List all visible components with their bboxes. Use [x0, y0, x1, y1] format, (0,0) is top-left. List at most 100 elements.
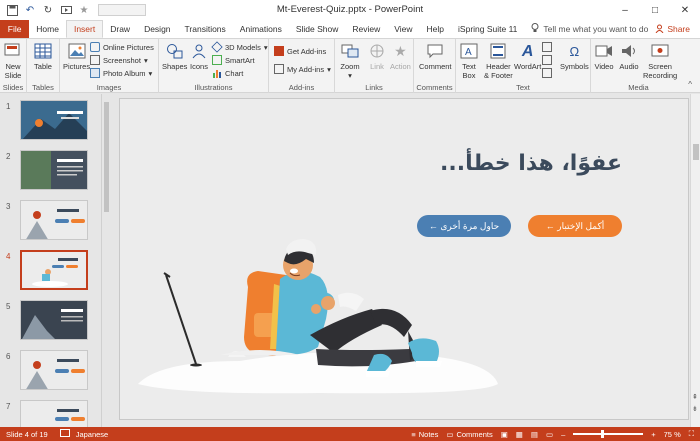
3d-models-button[interactable]: 3D Models ▾ — [211, 41, 268, 53]
prev-slide-icon[interactable]: ⇞ — [692, 393, 698, 401]
hiker-illustration[interactable] — [120, 99, 689, 420]
text-extra-button-3[interactable] — [542, 68, 552, 78]
tell-me-text: Tell me what you want to do — [543, 24, 649, 34]
date-time-icon — [542, 55, 552, 65]
thumbnail-slide-6[interactable]: 6 — [6, 350, 100, 394]
tab-file[interactable]: File — [0, 20, 30, 38]
header-footer-button[interactable]: Header & Footer — [484, 42, 513, 80]
thumbnail-slide-5[interactable]: 5 — [6, 300, 100, 344]
tab-transitions[interactable]: Transitions — [178, 20, 233, 38]
new-slide-button[interactable]: New Slide — [3, 42, 23, 80]
language-indicator[interactable]: Japanese — [76, 430, 109, 439]
next-slide-icon[interactable]: ⇟ — [692, 405, 698, 413]
close-button[interactable]: ✕ — [670, 0, 700, 20]
comment-button[interactable]: Comment — [419, 42, 452, 71]
text-extra-button-1[interactable] — [542, 42, 552, 52]
thumbnails-scrollbar-thumb[interactable] — [104, 102, 109, 212]
chart-button[interactable]: Chart — [212, 68, 243, 78]
tab-slide-show[interactable]: Slide Show — [289, 20, 346, 38]
tab-view[interactable]: View — [387, 20, 419, 38]
font-name-dropdown[interactable] — [98, 4, 146, 16]
thumbnail-preview — [20, 200, 88, 240]
zoom-out-icon[interactable]: – — [561, 430, 565, 439]
thumbnail-slide-4[interactable]: 4 — [6, 250, 100, 294]
link-button[interactable]: Link — [367, 42, 387, 71]
thumbnail-slide-3[interactable]: 3 — [6, 200, 100, 244]
photo-album-icon — [90, 68, 100, 78]
minimize-button[interactable]: – — [610, 0, 640, 20]
screen-recording-button[interactable]: Screen Recording — [643, 42, 677, 80]
thumbnails-scrollbar[interactable] — [101, 94, 110, 427]
text-extra-button-2[interactable] — [542, 55, 552, 65]
online-pictures-button[interactable]: Online Pictures — [90, 42, 154, 52]
tab-review[interactable]: Review — [345, 20, 387, 38]
group-illustrations: Shapes Icons 3D Models ▾ SmartArt Chart I… — [159, 39, 269, 93]
fit-slide-icon[interactable]: ⛶ — [689, 429, 694, 439]
screenshot-button[interactable]: Screenshot ▾ — [90, 55, 148, 65]
slide-sorter-icon[interactable]: ▦ — [516, 430, 523, 439]
tab-animations[interactable]: Animations — [233, 20, 289, 38]
thumbnail-slide-7[interactable]: 7 — [6, 400, 100, 427]
shapes-button[interactable]: Shapes — [162, 42, 187, 71]
audio-button[interactable]: Audio — [619, 42, 639, 71]
tab-design[interactable]: Design — [137, 20, 177, 38]
icons-icon — [189, 42, 209, 60]
collapse-ribbon-icon[interactable]: ^ — [688, 80, 692, 89]
group-slides: New Slide Slides — [0, 39, 27, 93]
notes-icon: ≡ — [411, 429, 416, 439]
chart-icon — [212, 68, 222, 78]
star-icon[interactable]: ★ — [78, 4, 90, 16]
start-from-beginning-icon[interactable] — [60, 4, 72, 16]
lightbulb-icon — [531, 23, 539, 35]
tab-insert[interactable]: Insert — [65, 20, 104, 38]
wordart-button[interactable]: A WordArt — [514, 42, 541, 71]
spelling-icon[interactable] — [59, 429, 70, 439]
maximize-button[interactable]: □ — [640, 0, 670, 20]
text-box-button[interactable]: A Text Box — [459, 42, 479, 80]
redo-icon[interactable]: ↻ — [42, 4, 54, 16]
reading-view-icon[interactable]: ▤ — [531, 430, 538, 439]
smartart-button[interactable]: SmartArt — [212, 55, 255, 65]
tell-me-box[interactable]: Tell me what you want to do — [524, 20, 655, 38]
zoom-button[interactable]: Zoom ▾ — [340, 42, 360, 80]
zoom-in-icon[interactable]: + — [651, 430, 655, 439]
slide-scrollbar-thumb[interactable] — [693, 144, 699, 160]
new-slide-icon — [3, 42, 23, 60]
current-slide[interactable]: عفوًا، هذا خطأ... أكمل الإختبار ← حاول م… — [119, 98, 689, 420]
text-box-icon: A — [459, 42, 479, 60]
group-label-illustrations: Illustrations — [194, 83, 233, 92]
zoom-slider[interactable] — [573, 430, 644, 438]
symbols-button[interactable]: Ω Symbols — [560, 42, 589, 72]
save-icon[interactable] — [6, 4, 18, 16]
slide-scrollbar[interactable]: ⇞ ⇟ — [690, 94, 700, 427]
chevron-down-icon: ▾ — [148, 68, 153, 78]
my-addins-button[interactable]: My Add-ins ▾ — [274, 64, 331, 74]
normal-view-icon[interactable]: ▣ — [501, 430, 508, 439]
icons-button[interactable]: Icons — [189, 42, 209, 71]
zoom-level[interactable]: 75 % — [664, 430, 681, 439]
zoom-slider-knob[interactable] — [601, 430, 605, 438]
video-button[interactable]: Video — [594, 42, 614, 71]
action-button[interactable]: ★ Action — [390, 42, 411, 72]
thumbnail-slide-1[interactable]: 1 — [6, 100, 100, 144]
comments-status-button[interactable]: ▭ Comments — [446, 430, 492, 439]
tab-help[interactable]: Help — [420, 20, 451, 38]
tab-draw[interactable]: Draw — [103, 20, 137, 38]
group-text: A Text Box Header & Footer A WordArt Ω S… — [456, 39, 591, 93]
share-button[interactable]: Share — [655, 20, 700, 38]
table-button[interactable]: Table — [33, 42, 53, 71]
get-addins-button[interactable]: Get Add-ins — [274, 46, 326, 56]
photo-album-button[interactable]: Photo Album ▾ — [90, 68, 152, 78]
group-comments: Comment Comments — [414, 39, 456, 93]
tab-home[interactable]: Home — [29, 20, 66, 38]
tab-ispring[interactable]: iSpring Suite 11 — [451, 20, 524, 38]
object-icon — [542, 68, 552, 78]
slideshow-view-icon[interactable]: ▭ — [546, 430, 553, 439]
notes-button[interactable]: ≡ Notes — [411, 430, 438, 439]
thumbnail-number: 3 — [6, 202, 11, 211]
chevron-down-icon: ▾ — [348, 71, 352, 80]
ribbon-tabs: File Home Insert Draw Design Transitions… — [0, 20, 700, 38]
undo-icon[interactable]: ↶ — [24, 4, 36, 16]
pictures-button[interactable]: Pictures — [63, 42, 90, 71]
thumbnail-slide-2[interactable]: 2 — [6, 150, 100, 194]
